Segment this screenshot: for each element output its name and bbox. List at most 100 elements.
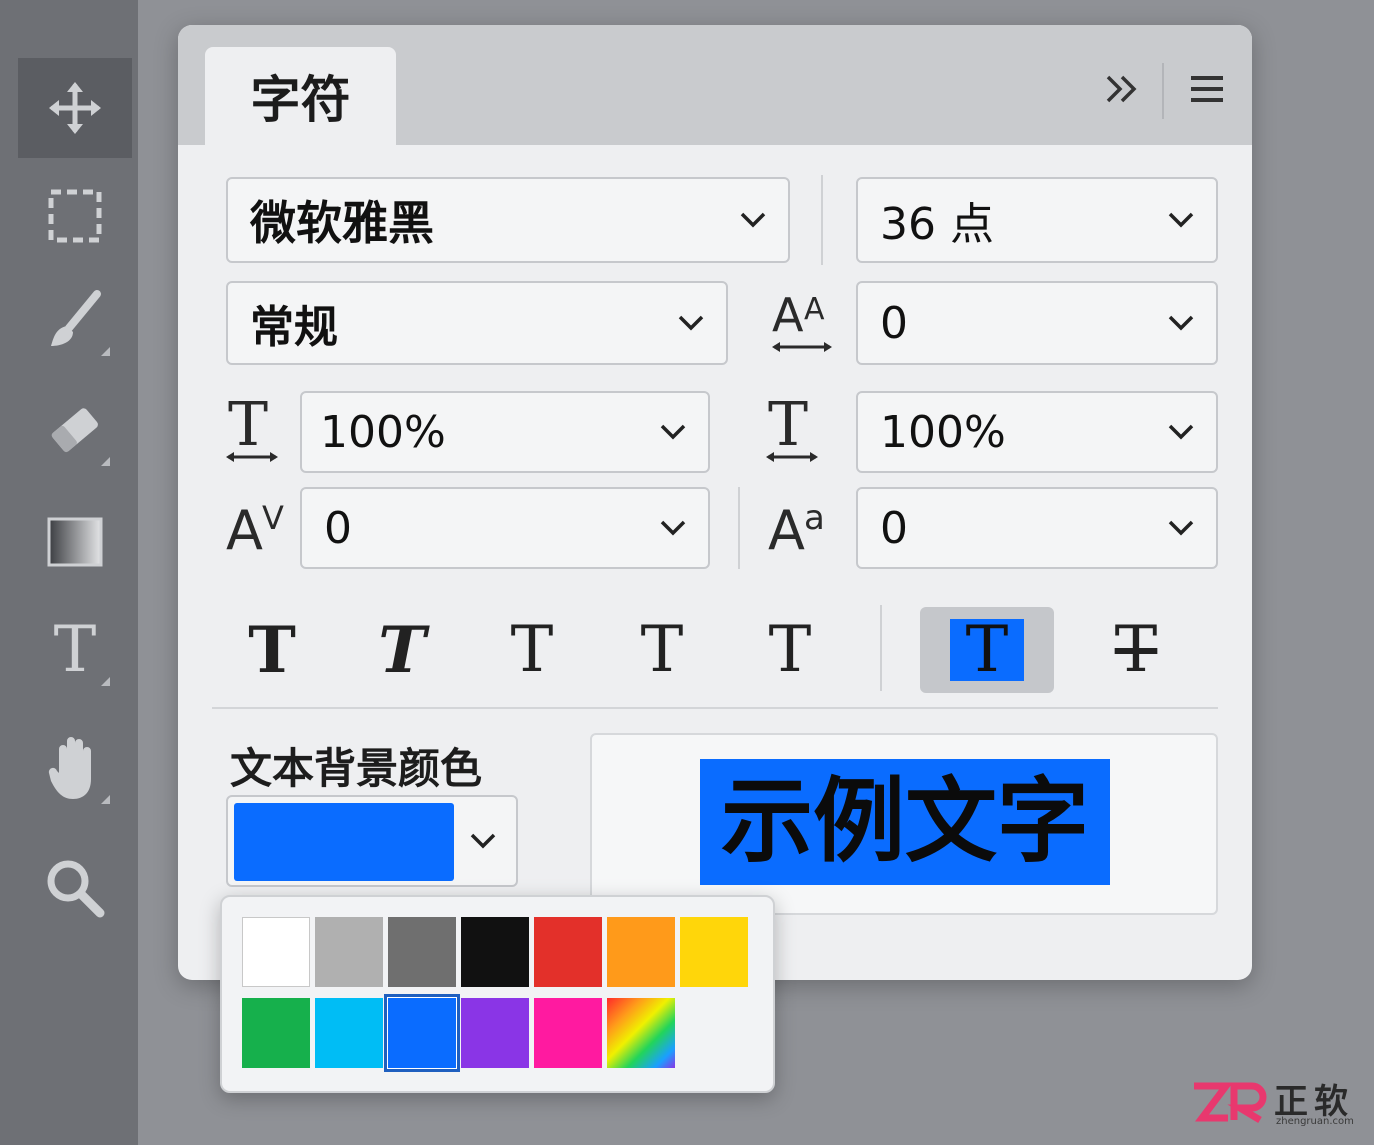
text-background-button[interactable]: T	[920, 607, 1054, 693]
vertical-scale-glyph: T	[228, 393, 268, 460]
header-divider	[1162, 63, 1164, 119]
leading-dropdown[interactable]: 0	[856, 281, 1218, 365]
faux-italic-button[interactable]: T	[342, 607, 462, 693]
hand-tool[interactable]	[18, 718, 132, 818]
swatch-orange[interactable]	[607, 917, 675, 987]
strikethrough-button[interactable]: T	[1076, 607, 1196, 693]
move-tool[interactable]	[18, 58, 132, 158]
watermark-english: zhengruan.com	[1276, 1116, 1354, 1127]
section-divider	[212, 707, 1218, 709]
horizontal-scale-icon: T	[764, 393, 820, 465]
chevron-down-icon	[1146, 423, 1216, 441]
vertical-scale-dropdown[interactable]: 100%	[300, 391, 710, 473]
color-palette-popup	[220, 895, 775, 1093]
character-panel: 字符 微软雅黑 36 点 常规 A A 0 T 100% T 100% A V …	[178, 25, 1252, 980]
gradient-tool[interactable]	[18, 492, 132, 592]
tool-submenu-indicator	[101, 795, 110, 804]
baseline-glyph-a: A	[768, 499, 805, 555]
type-icon: T	[53, 613, 97, 687]
zoom-tool[interactable]	[18, 838, 132, 938]
chevron-down-icon	[1146, 314, 1216, 332]
preview-box: 示例文字	[590, 733, 1218, 915]
field-divider	[821, 175, 823, 265]
zr-logo-icon	[1194, 1082, 1267, 1124]
vertical-scale-value: 100%	[320, 406, 446, 458]
eraser-tool[interactable]	[18, 380, 132, 480]
small-caps-button[interactable]: T	[602, 607, 722, 693]
leading-value: 0	[880, 297, 908, 349]
faux-bold-button[interactable]: T	[212, 607, 332, 693]
font-style-dropdown[interactable]: 常规	[226, 281, 728, 365]
brush-icon	[51, 290, 101, 346]
swatch-black[interactable]	[461, 917, 529, 987]
chevron-down-icon	[1146, 519, 1216, 537]
zoom-icon	[47, 860, 105, 918]
leading-glyph-b: A	[804, 292, 825, 327]
swatch-dark-gray[interactable]	[388, 917, 456, 987]
swatch-yellow[interactable]	[680, 917, 748, 987]
preview-text: 示例文字	[700, 759, 1110, 885]
font-style-value: 常规	[250, 302, 338, 353]
vertical-scale-icon: T	[224, 393, 280, 465]
horizontal-scale-dropdown[interactable]: 100%	[856, 391, 1218, 473]
marquee-tool[interactable]	[18, 166, 132, 266]
brush-tool[interactable]	[18, 270, 132, 370]
swatch-custom-gradient[interactable]	[607, 998, 675, 1068]
tool-submenu-indicator	[101, 677, 110, 686]
swatch-pink[interactable]	[534, 998, 602, 1068]
font-size-value: 36 点	[880, 199, 994, 250]
leading-glyph-a: A	[772, 288, 804, 342]
baseline-glyph-b: a	[804, 498, 825, 538]
underline-button[interactable]: T	[730, 607, 850, 693]
chevron-down-icon	[1146, 211, 1216, 229]
hamburger-menu-icon	[1191, 76, 1223, 102]
chevron-down-icon	[638, 519, 708, 537]
font-family-dropdown[interactable]: 微软雅黑	[226, 177, 790, 263]
kerning-dropdown[interactable]: 0	[300, 487, 710, 569]
swatch-blue[interactable]	[384, 994, 460, 1072]
leading-icon: A A	[770, 287, 834, 357]
kerning-glyph-b: V	[262, 499, 284, 537]
chevron-down-icon	[450, 797, 516, 885]
tab-character[interactable]: 字符	[205, 47, 396, 145]
type-tool[interactable]: T	[18, 600, 132, 700]
move-icon	[49, 82, 101, 134]
swatch-red[interactable]	[534, 917, 602, 987]
marquee-icon	[48, 189, 102, 243]
font-size-dropdown[interactable]: 36 点	[856, 177, 1218, 263]
style-divider	[880, 605, 882, 691]
text-background-color-label: 文本背景颜色	[230, 744, 483, 793]
horizontal-scale-glyph: T	[768, 393, 808, 460]
swatch-cyan[interactable]	[315, 998, 383, 1068]
tools-toolbar: T	[0, 0, 138, 1145]
all-caps-button[interactable]: T	[472, 607, 592, 693]
collapse-panel-button[interactable]	[1100, 67, 1144, 111]
swatch-white[interactable]	[242, 917, 310, 987]
baseline-shift-dropdown[interactable]: 0	[856, 487, 1218, 569]
font-family-value: 微软雅黑	[250, 196, 434, 250]
selected-color-swatch	[234, 803, 454, 881]
watermark: 正软 zhengruan.com	[1190, 1074, 1370, 1134]
kerning-glyph-a: A	[226, 499, 263, 555]
swatch-light-gray[interactable]	[315, 917, 383, 987]
baseline-shift-value: 0	[880, 502, 908, 554]
panel-menu-button[interactable]	[1184, 67, 1230, 111]
hand-icon	[48, 737, 91, 799]
background-color-dropdown[interactable]	[226, 795, 518, 887]
chevron-down-icon	[656, 314, 726, 332]
field-divider	[738, 487, 740, 569]
baseline-shift-icon: A a	[768, 495, 830, 555]
text-background-icon: T	[949, 618, 1025, 682]
tool-submenu-indicator	[101, 347, 110, 356]
chevron-down-icon	[638, 423, 708, 441]
swatch-purple[interactable]	[461, 998, 529, 1068]
tool-submenu-indicator	[101, 457, 110, 466]
kerning-icon: A V	[226, 495, 288, 555]
kerning-value: 0	[324, 502, 352, 554]
gradient-icon	[47, 517, 103, 567]
double-chevron-right-icon	[1106, 75, 1137, 103]
horizontal-scale-value: 100%	[880, 406, 1006, 458]
eraser-icon	[51, 408, 98, 453]
chevron-down-icon	[718, 211, 788, 229]
swatch-green[interactable]	[242, 998, 310, 1068]
